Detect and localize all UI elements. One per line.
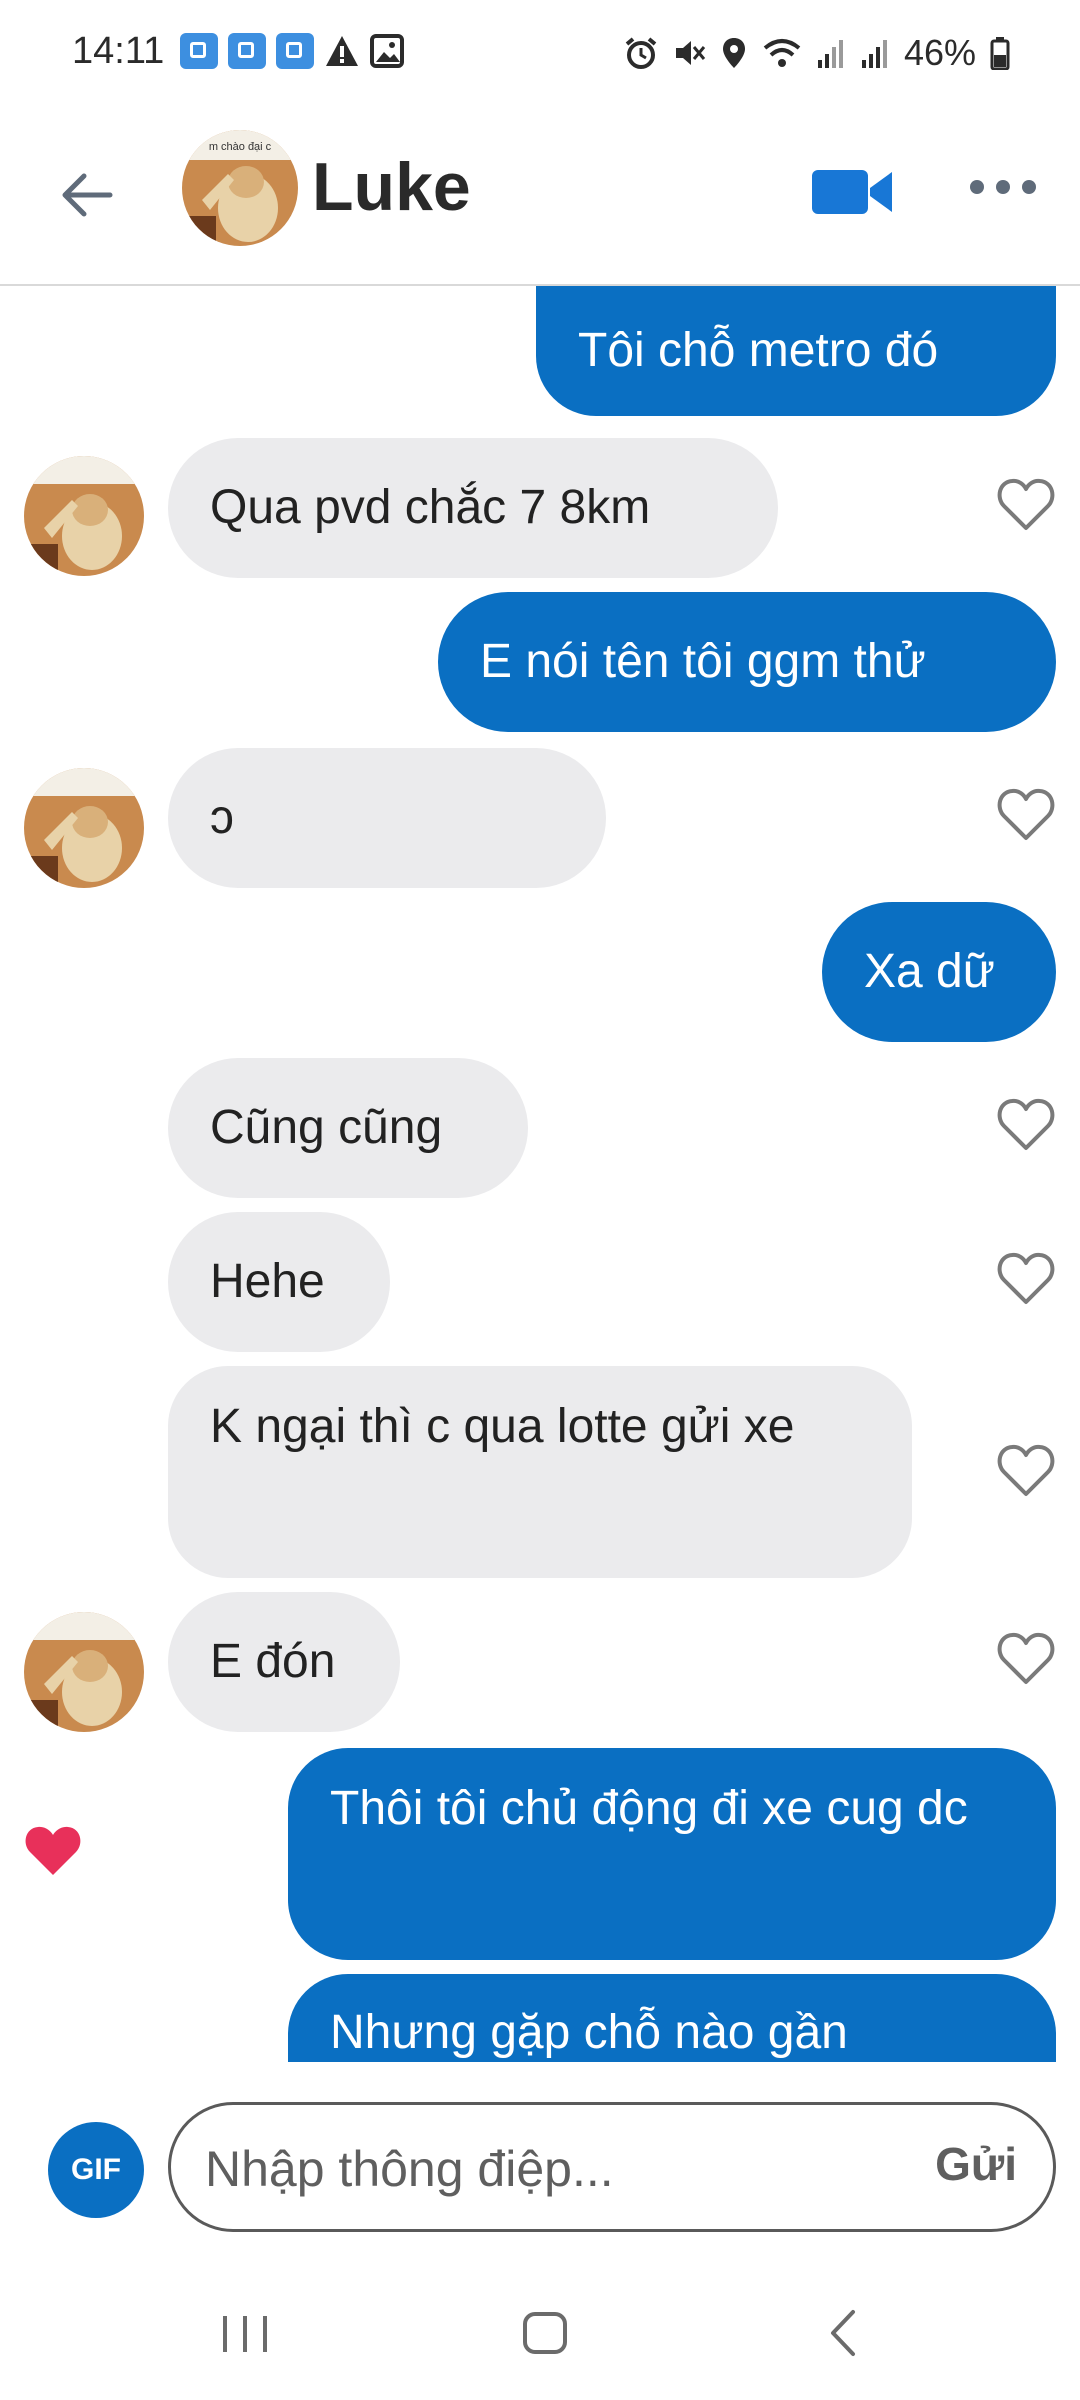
incoming-message[interactable]: E đón bbox=[168, 1592, 400, 1732]
message-composer: GIF Gửi bbox=[0, 2062, 1080, 2262]
video-call-icon[interactable] bbox=[810, 162, 894, 222]
chat-header: m chào đại c Luke bbox=[0, 110, 1080, 286]
contact-avatar[interactable]: m chào đại c bbox=[182, 130, 298, 246]
warning-icon bbox=[326, 36, 358, 66]
signal-icon bbox=[861, 40, 887, 68]
signal-icon bbox=[817, 40, 843, 68]
heart-outline-icon[interactable] bbox=[996, 1630, 1056, 1686]
contact-name[interactable]: Luke bbox=[312, 148, 471, 226]
system-nav-bar bbox=[0, 2262, 1080, 2400]
incoming-message[interactable]: Hehe bbox=[168, 1212, 390, 1352]
app-notification-icon bbox=[180, 33, 218, 69]
heart-outline-icon[interactable] bbox=[996, 1442, 1056, 1498]
outgoing-message[interactable]: E nói tên tôi ggm thử bbox=[438, 592, 1056, 732]
wifi-icon bbox=[763, 39, 801, 67]
sender-avatar[interactable] bbox=[24, 1612, 144, 1732]
incoming-message-blurred[interactable]: ↄ bbox=[168, 748, 606, 888]
app-notification-icon bbox=[276, 33, 314, 69]
alarm-icon bbox=[625, 37, 657, 69]
sender-avatar[interactable] bbox=[24, 768, 144, 888]
incoming-message[interactable]: Qua pvd chắc 7 8km bbox=[168, 438, 778, 578]
gif-button[interactable]: GIF bbox=[48, 2122, 144, 2218]
heart-outline-icon[interactable] bbox=[996, 786, 1056, 842]
message-input-wrapper[interactable]: Gửi bbox=[168, 2102, 1056, 2232]
battery-percent: 46% bbox=[903, 32, 976, 73]
system-icons: 46% bbox=[624, 32, 1010, 74]
image-icon bbox=[370, 34, 404, 68]
home-icon[interactable] bbox=[505, 2302, 585, 2362]
recent-apps-icon[interactable] bbox=[205, 2302, 285, 2362]
outgoing-message[interactable]: Xa dữ bbox=[822, 902, 1056, 1042]
outgoing-message[interactable]: Thôi tôi chủ động đi xe cug dc bbox=[288, 1748, 1056, 1960]
notification-icons bbox=[180, 33, 404, 69]
outgoing-message[interactable]: Tôi chỗ metro đó bbox=[536, 286, 1056, 416]
location-icon bbox=[722, 38, 745, 68]
more-options-icon[interactable] bbox=[968, 172, 1038, 202]
heart-outline-icon[interactable] bbox=[996, 1250, 1056, 1306]
incoming-message[interactable]: K ngại thì c qua lotte gửi xe bbox=[168, 1366, 912, 1578]
avatar-caption: m chào đại c bbox=[209, 141, 272, 153]
back-nav-icon[interactable] bbox=[805, 2302, 885, 2362]
message-list[interactable]: Tôi chỗ metro đó Qua pvd chắc 7 8km E nó… bbox=[0, 286, 1080, 2062]
liked-heart-icon[interactable] bbox=[22, 1822, 84, 1878]
incoming-message[interactable]: Cũng cũng bbox=[168, 1058, 528, 1198]
outgoing-message[interactable]: Nhưng gặp chỗ nào gần bbox=[288, 1974, 1056, 2062]
heart-outline-icon[interactable] bbox=[996, 1096, 1056, 1152]
app-notification-icon bbox=[228, 33, 266, 69]
back-arrow-icon[interactable] bbox=[52, 160, 122, 230]
heart-outline-icon[interactable] bbox=[996, 476, 1056, 532]
send-button[interactable]: Gửi bbox=[935, 2137, 1017, 2191]
status-bar: 14:11 46% bbox=[0, 0, 1080, 110]
sender-avatar[interactable] bbox=[24, 456, 144, 576]
battery-icon bbox=[990, 37, 1010, 70]
status-time: 14:11 bbox=[72, 30, 165, 72]
message-input[interactable] bbox=[203, 2131, 857, 2207]
mute-icon bbox=[675, 41, 706, 65]
